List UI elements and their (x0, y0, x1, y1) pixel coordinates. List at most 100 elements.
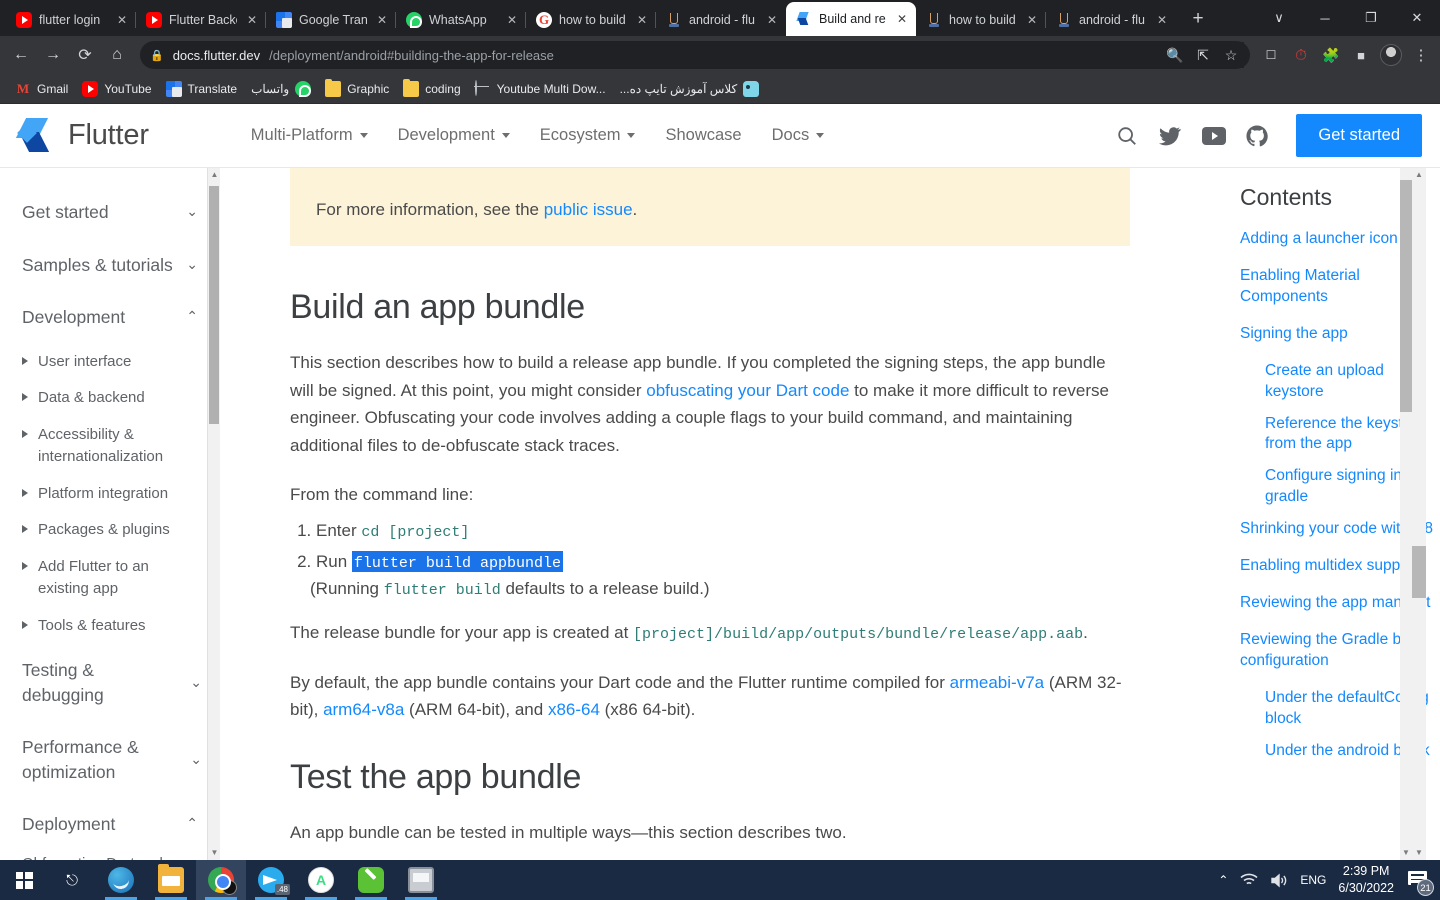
bookmark-item[interactable]: Translate (159, 78, 245, 100)
speaker-icon[interactable] (1270, 872, 1288, 888)
forward-icon[interactable]: → (38, 40, 68, 70)
wifi-icon[interactable] (1240, 873, 1258, 887)
tab-close-icon[interactable]: ✕ (244, 12, 260, 28)
window-close-button[interactable]: ✕ (1394, 0, 1440, 36)
sidebar-item-deployment[interactable]: Deployment ⌃ (0, 798, 220, 851)
bookmark-item[interactable]: واتساب (244, 78, 318, 100)
sidebar-item-user-interface[interactable]: User interface (0, 344, 220, 381)
nav-item-ecosystem[interactable]: Ecosystem (540, 126, 636, 145)
public-issue-link[interactable]: public issue (544, 200, 633, 219)
browser-tab[interactable]: Google Tran ✕ (265, 4, 396, 36)
browser-tab[interactable]: Flutter Backe ✕ (135, 4, 266, 36)
browser-tab[interactable]: WhatsApp ✕ (395, 4, 526, 36)
sidebar-item-add-flutter-existing-app[interactable]: Add Flutter to an existing app (0, 549, 220, 608)
tab-close-icon[interactable]: ✕ (1154, 12, 1170, 28)
scroll-down-arrow-icon[interactable]: ▼ (208, 846, 220, 860)
tab-close-icon[interactable]: ✕ (634, 12, 650, 28)
scrollbar-thumb[interactable] (209, 186, 219, 424)
bookmark-item[interactable]: YouTube (75, 78, 158, 100)
scroll-up-arrow-icon[interactable]: ▲ (208, 168, 220, 182)
bookmark-item[interactable]: Graphic (318, 78, 396, 100)
notification-center-icon[interactable]: 21 (1406, 869, 1434, 896)
sidebar-item-get-started[interactable]: Get started ⌄ (0, 186, 220, 239)
home-icon[interactable]: ⌂ (102, 40, 132, 70)
sidebar-item-development[interactable]: Development ⌃ (0, 291, 220, 344)
sidebar-item-samples-tutorials[interactable]: Samples & tutorials ⌄ (0, 239, 220, 292)
reload-icon[interactable]: ⟳ (70, 40, 100, 70)
taskbar-app-edge[interactable] (96, 860, 146, 900)
share-icon[interactable]: ⇱ (1190, 42, 1216, 68)
tab-close-icon[interactable]: ✕ (504, 12, 520, 28)
tab-close-icon[interactable]: ✕ (1024, 12, 1040, 28)
taskbar-app-chrome[interactable] (196, 860, 246, 900)
sidebar-item-accessibility[interactable]: Accessibility & internationalization (0, 417, 220, 476)
nav-item-docs[interactable]: Docs (772, 126, 825, 145)
tab-close-icon[interactable]: ✕ (764, 12, 780, 28)
taskbar-app-monitor[interactable] (396, 860, 446, 900)
scroll-down-arrow-icon[interactable]: ▼ (1400, 846, 1412, 860)
taskbar-app-android-studio[interactable] (296, 860, 346, 900)
taskbar-app-telegram[interactable]: .48 (246, 860, 296, 900)
cast-icon[interactable]: ☐ (1258, 42, 1284, 68)
sidebar-scrollbar[interactable]: ▲ ▼ (207, 168, 220, 860)
browser-tab[interactable]: android - flu ✕ (1045, 4, 1176, 36)
sidepanel-icon[interactable]: ■ (1348, 42, 1374, 68)
get-started-button[interactable]: Get started (1296, 114, 1422, 157)
new-tab-button[interactable]: + (1184, 5, 1212, 33)
sidebar-item-obfuscating-dart-code[interactable]: Obfuscating Dart code (0, 851, 220, 861)
window-minimize-button[interactable]: ─ (1302, 0, 1348, 36)
bookmark-star-icon[interactable]: ☆ (1218, 42, 1244, 68)
obfuscating-dart-code-link[interactable]: obfuscating your Dart code (646, 381, 849, 400)
scroll-down-arrow-icon[interactable]: ▼ (1412, 846, 1426, 860)
sidebar-item-performance-optimization[interactable]: Performance & optimization ⌄ (0, 721, 220, 798)
scroll-up-arrow-icon[interactable]: ▲ (1412, 168, 1426, 182)
browser-tab[interactable]: how to build ✕ (525, 4, 656, 36)
nav-item-showcase[interactable]: Showcase (665, 126, 741, 145)
bookmark-item[interactable]: M Gmail (8, 78, 75, 100)
search-icon[interactable] (1116, 125, 1138, 147)
scrollbar-thumb[interactable] (1400, 180, 1412, 412)
browser-tab[interactable]: android - flu ✕ (655, 4, 786, 36)
chrome-menu-icon[interactable]: ⋮ (1408, 42, 1434, 68)
selected-text-highlight[interactable]: flutter build appbundle (351, 550, 563, 572)
x86-64-link[interactable]: x86-64 (548, 700, 600, 719)
timer-icon[interactable]: ⏱ (1288, 42, 1314, 68)
tab-close-icon[interactable]: ✕ (114, 12, 130, 28)
taskbar-app-notes[interactable] (346, 860, 396, 900)
sidebar-item-packages-plugins[interactable]: Packages & plugins (0, 512, 220, 549)
language-indicator[interactable]: ENG (1300, 873, 1326, 887)
sidebar-item-testing-debugging[interactable]: Testing & debugging ⌄ (0, 644, 220, 721)
scrollbar-thumb[interactable] (1412, 546, 1426, 598)
tab-close-icon[interactable]: ✕ (374, 12, 390, 28)
arm64-v8a-link[interactable]: arm64-v8a (323, 700, 404, 719)
bookmark-item[interactable]: کلاس آموزش تایپ ده... (613, 78, 767, 100)
taskbar-app-file-explorer[interactable] (146, 860, 196, 900)
contents-scrollbar[interactable]: ▼ (1400, 168, 1412, 860)
tab-close-icon[interactable]: ✕ (894, 11, 910, 27)
windows-start-icon[interactable] (0, 860, 48, 900)
tab-search-icon[interactable]: ∨ (1256, 0, 1302, 36)
profile-avatar[interactable] (1378, 42, 1404, 68)
show-hidden-icons-chevron[interactable]: ⌃ (1218, 873, 1228, 887)
bookmark-item[interactable]: Youtube Multi Dow... (468, 78, 613, 100)
page-scrollbar[interactable]: ▲ ▼ (1412, 168, 1426, 860)
clock[interactable]: 2:39 PM 6/30/2022 (1338, 863, 1394, 897)
window-maximize-button[interactable]: ❐ (1348, 0, 1394, 36)
nav-item-development[interactable]: Development (398, 126, 510, 145)
address-bar[interactable]: 🔒 docs.flutter.dev/deployment/android#bu… (140, 41, 1250, 69)
browser-tab-active[interactable]: Build and re ✕ (786, 2, 916, 36)
browser-tab[interactable]: how to build ✕ (916, 4, 1046, 36)
sidebar-item-data-backend[interactable]: Data & backend (0, 380, 220, 417)
zoom-icon[interactable]: 🔍 (1162, 42, 1188, 68)
github-icon[interactable] (1246, 124, 1269, 147)
armeabi-v7a-link[interactable]: armeabi-v7a (950, 673, 1045, 692)
task-view-icon[interactable]: ⎋ (48, 860, 96, 900)
extensions-icon[interactable]: 🧩 (1318, 42, 1344, 68)
flutter-logo[interactable]: Flutter (15, 116, 149, 156)
sidebar-item-tools-features[interactable]: Tools & features (0, 608, 220, 645)
back-icon[interactable]: ← (6, 40, 36, 70)
browser-tab[interactable]: flutter login ✕ (6, 4, 136, 36)
youtube-icon[interactable] (1202, 126, 1227, 145)
nav-item-multi-platform[interactable]: Multi-Platform (251, 126, 368, 145)
sidebar-item-platform-integration[interactable]: Platform integration (0, 476, 220, 513)
